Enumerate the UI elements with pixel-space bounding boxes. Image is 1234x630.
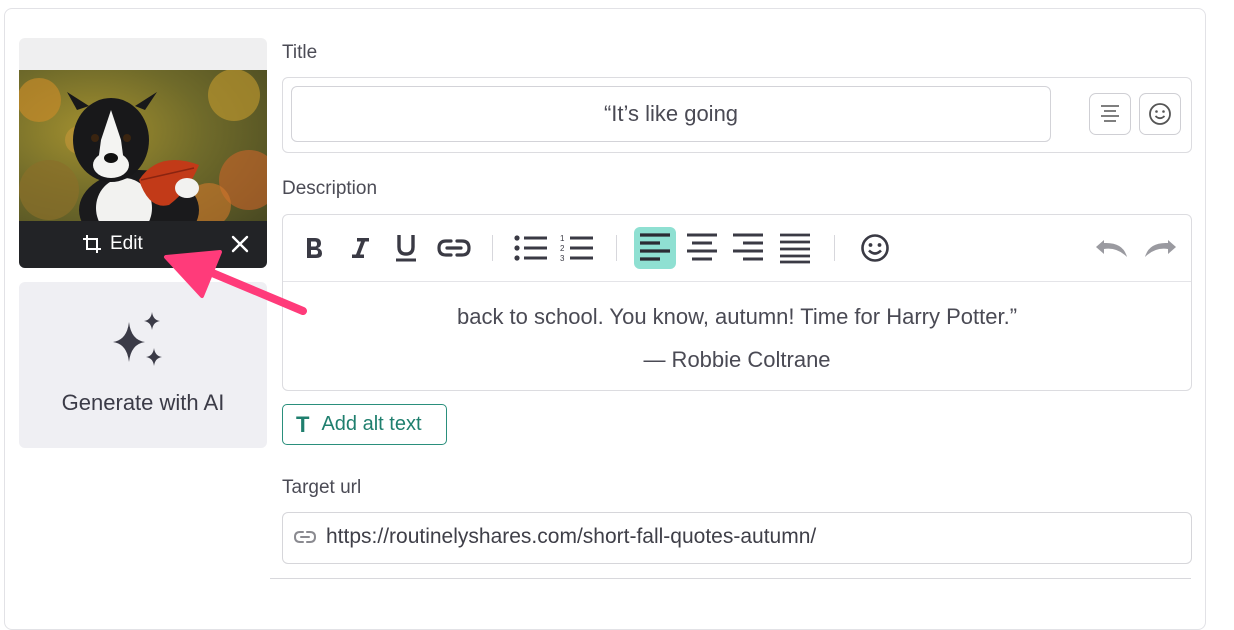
align-right-button[interactable] [727,227,769,269]
editor-toolbar: 1 2 3 [283,215,1191,282]
text-icon: T [296,411,310,437]
emoji-icon [1149,103,1171,125]
toolbar-separator [492,235,493,261]
redo-icon [1145,240,1176,257]
title-emoji-button[interactable] [1139,93,1181,135]
svg-text:2: 2 [560,244,565,253]
numbered-list-button[interactable]: 1 2 3 [556,227,598,269]
emoji-button[interactable] [854,227,896,269]
align-left-button[interactable] [634,227,676,269]
crop-icon [83,235,101,253]
italic-icon [352,238,369,258]
align-center-icon [1101,105,1119,122]
section-divider [270,578,1191,579]
undo-button[interactable] [1091,227,1133,269]
italic-button[interactable] [339,227,381,269]
emoji-icon [861,234,889,262]
title-align-button[interactable] [1089,93,1131,135]
add-alt-text-button[interactable]: T Add alt text [282,404,447,445]
undo-icon [1096,240,1127,257]
toolbar-separator [834,235,835,261]
target-url-input[interactable]: https://routinelyshares.com/short-fall-q… [282,512,1192,564]
description-line: — Robbie Coltrane [643,347,831,372]
title-input[interactable] [291,86,1051,142]
svg-text:1: 1 [560,234,565,243]
underline-button[interactable] [385,227,427,269]
svg-text:3: 3 [560,254,565,263]
edit-label: Edit [110,233,143,254]
align-justify-button[interactable] [774,227,816,269]
dog-photo [19,70,267,222]
image-thumbnail[interactable]: Edit [19,38,267,268]
link-button[interactable] [433,227,475,269]
align-right-icon [733,233,763,261]
align-center-button[interactable] [681,227,723,269]
redo-button[interactable] [1139,227,1181,269]
description-content[interactable]: back to school. You know, autumn! Time f… [283,295,1191,381]
add-alt-text-label: Add alt text [321,413,422,435]
toolbar-separator [616,235,617,261]
link-icon [437,239,471,257]
description-line: back to school. You know, autumn! Time f… [456,304,1018,329]
numbered-list-icon: 1 2 3 [560,234,593,263]
underline-icon [396,235,416,262]
generate-with-ai-label: Generate with AI [61,390,225,415]
title-label: Title [282,42,318,63]
description-label: Description [282,178,378,199]
bullet-list-button[interactable] [510,227,552,269]
annotation-arrow-icon [164,250,307,315]
edit-image-button[interactable]: Edit [82,232,143,256]
target-url-value: https://routinelyshares.com/short-fall-q… [326,525,817,548]
target-url-label: Target url [282,477,362,498]
align-justify-icon [780,233,810,264]
link-icon [293,531,317,543]
align-center-icon [687,233,717,261]
description-editor: 1 2 3 back to school. You know, autumn! … [282,214,1192,391]
align-left-icon [640,233,670,261]
title-field-container [282,77,1192,153]
bullet-list-icon [514,235,547,261]
